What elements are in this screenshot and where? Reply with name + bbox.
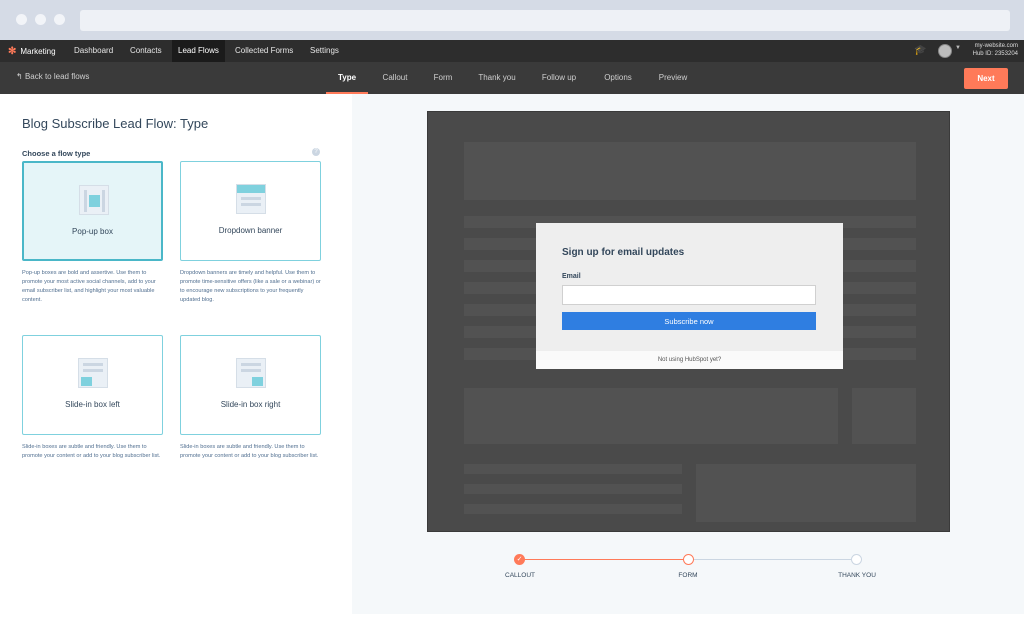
progress-node-thank-you[interactable] — [851, 554, 862, 565]
window-close-dot[interactable] — [16, 14, 27, 25]
progress-line-pending — [688, 559, 856, 560]
app-frame: ✻ Marketing Dashboard Contacts Lead Flow… — [0, 0, 1024, 640]
account-hub-id: Hub ID: 2353204 — [972, 51, 1018, 57]
flow-type-dropdown-card[interactable]: Dropdown banner — [180, 161, 321, 261]
user-avatar[interactable] — [938, 44, 952, 58]
subscribe-button[interactable]: Subscribe now — [562, 312, 816, 330]
academy-hat-icon[interactable]: 🎓 — [914, 45, 926, 56]
hubspot-logo-icon: ✻ — [8, 45, 17, 57]
browser-chrome — [0, 0, 1024, 40]
placeholder-block — [696, 464, 916, 522]
card-label: Slide-in box right — [220, 400, 281, 409]
back-arrow-icon: ↰ — [16, 72, 23, 81]
progress-label-callout: CALLOUT — [505, 572, 535, 579]
flow-type-slide-in-right-card[interactable]: Slide-in box right — [180, 335, 321, 435]
tab-follow-up[interactable]: Follow up — [536, 62, 582, 94]
window-maximize-dot[interactable] — [54, 14, 65, 25]
tab-form[interactable]: Form — [428, 62, 458, 94]
slide-in-left-illustration-icon — [78, 358, 108, 388]
popup-modal: Sign up for email updates Email Subscrib… — [536, 223, 843, 369]
flow-type-slide-in-left-card[interactable]: Slide-in box left — [22, 335, 163, 435]
dropdown-description: Dropdown banners are timely and helpful.… — [180, 270, 321, 303]
page-title: Blog Subscribe Lead Flow: Type — [22, 116, 209, 131]
progress-line-complete — [520, 559, 688, 560]
tab-preview[interactable]: Preview — [654, 62, 692, 94]
chevron-down-icon[interactable]: ▼ — [955, 45, 961, 51]
card-label: Dropdown banner — [218, 226, 283, 235]
modal-footer-link[interactable]: Not using HubSpot yet? — [536, 351, 843, 369]
dropdown-banner-illustration-icon — [236, 184, 266, 214]
back-link[interactable]: ↰ Back to lead flows — [16, 72, 89, 81]
nav-dashboard[interactable]: Dashboard — [68, 40, 119, 62]
progress-label-form: FORM — [678, 572, 698, 579]
email-label: Email — [562, 273, 581, 280]
back-label: Back to lead flows — [24, 72, 90, 81]
brand-label: Marketing — [20, 46, 56, 56]
choose-flow-type-label: Choose a flow type — [22, 149, 91, 158]
placeholder-block — [464, 142, 916, 200]
progress-label-thank-you: THANK YOU — [838, 572, 876, 579]
check-icon[interactable]: ✓ — [514, 554, 525, 565]
popup-illustration-icon — [79, 185, 109, 215]
slide-in-right-illustration-icon — [236, 358, 266, 388]
preview-panel: Sign up for email updates Email Subscrib… — [352, 94, 1024, 614]
help-icon[interactable]: ? — [312, 148, 320, 156]
address-bar[interactable] — [80, 10, 1010, 31]
tab-type[interactable]: Type — [326, 62, 368, 94]
nav-lead-flows[interactable]: Lead Flows — [172, 40, 225, 62]
flow-type-popup-card[interactable]: Pop-up box — [22, 161, 163, 261]
popup-description: Pop-up boxes are bold and assertive. Use… — [22, 270, 156, 303]
tab-callout[interactable]: Callout — [378, 62, 412, 94]
account-site: my-website.com — [974, 43, 1018, 49]
card-label: Pop-up box — [72, 227, 113, 236]
progress-node-form[interactable] — [683, 554, 694, 565]
placeholder-block — [464, 388, 838, 444]
flow-steps-bar: ↰ Back to lead flows Type Callout Form T… — [0, 62, 1024, 94]
brand[interactable]: ✻ Marketing — [8, 40, 56, 62]
modal-title: Sign up for email updates — [562, 247, 685, 258]
tab-options[interactable]: Options — [598, 62, 638, 94]
tab-thank-you[interactable]: Thank you — [474, 62, 520, 94]
placeholder-block — [464, 504, 682, 514]
slide-in-right-description: Slide-in boxes are subtle and friendly. … — [180, 444, 319, 459]
flow-type-panel: Blog Subscribe Lead Flow: Type Choose a … — [0, 94, 352, 614]
placeholder-block — [852, 388, 916, 444]
slide-in-left-description: Slide-in boxes are subtle and friendly. … — [22, 444, 161, 459]
nav-collected-forms[interactable]: Collected Forms — [229, 40, 299, 62]
window-minimize-dot[interactable] — [35, 14, 46, 25]
top-navigation: ✻ Marketing Dashboard Contacts Lead Flow… — [0, 40, 1024, 62]
nav-contacts[interactable]: Contacts — [124, 40, 168, 62]
card-label: Slide-in box left — [65, 400, 120, 409]
placeholder-block — [464, 464, 682, 474]
account-info[interactable]: my-website.com Hub ID: 2353204 — [966, 42, 1018, 58]
nav-settings[interactable]: Settings — [304, 40, 345, 62]
email-field[interactable] — [562, 285, 816, 305]
website-preview: Sign up for email updates Email Subscrib… — [427, 111, 950, 532]
next-button[interactable]: Next — [964, 68, 1008, 89]
placeholder-block — [464, 484, 682, 494]
